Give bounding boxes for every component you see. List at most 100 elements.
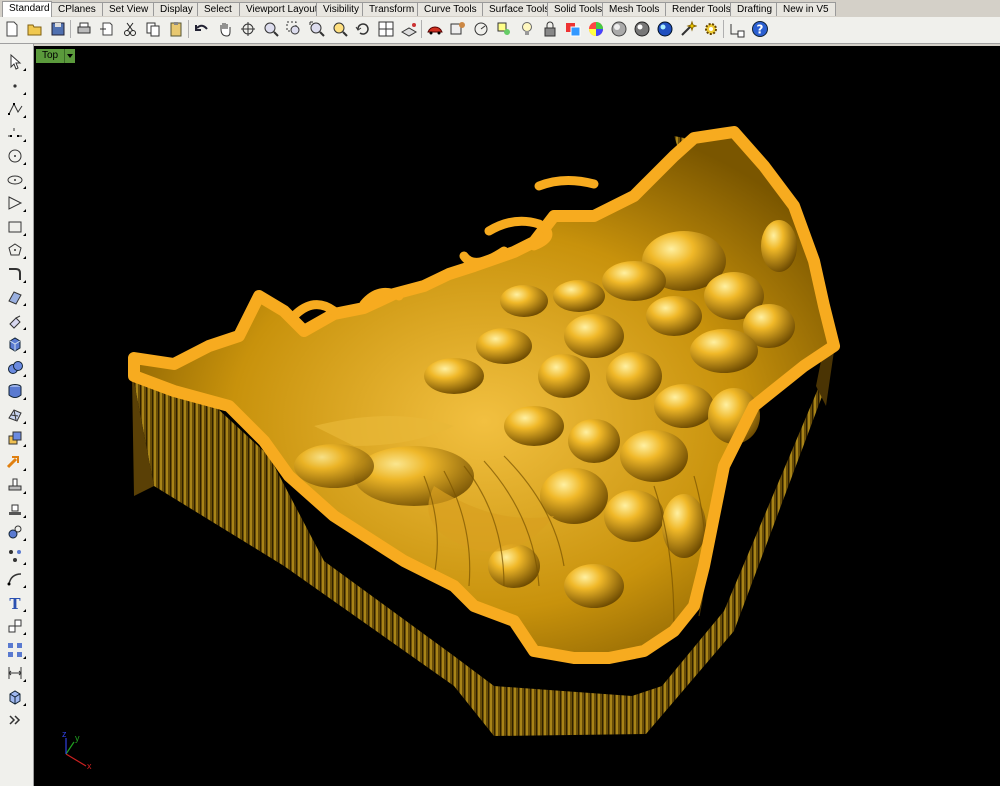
extrude-surface-tool-button[interactable] — [4, 311, 26, 331]
rectangle-tool-button[interactable] — [4, 217, 26, 237]
surface-tool-button[interactable] — [4, 287, 26, 307]
four-viewports-button[interactable] — [376, 19, 396, 39]
shaded-sphere-button[interactable] — [609, 19, 629, 39]
curve-dimension-button[interactable] — [727, 19, 747, 39]
open-folder-icon — [27, 24, 42, 36]
wand-button[interactable] — [678, 19, 698, 39]
tab-visibility[interactable]: Visibility — [316, 2, 363, 16]
tab-transform[interactable]: Transform — [362, 2, 418, 16]
viewport-menu-dropdown[interactable] — [64, 49, 76, 63]
gumball-icon — [8, 478, 22, 491]
rotate-view-button[interactable] — [238, 19, 258, 39]
osnap-button[interactable] — [494, 19, 514, 39]
pick-points-button[interactable] — [448, 19, 468, 39]
toolbar-separator — [70, 20, 71, 38]
viewport-label[interactable]: Top — [36, 49, 65, 63]
toolbar-separator — [421, 20, 422, 38]
block-tool-button[interactable] — [4, 687, 26, 707]
tab-select[interactable]: Select — [197, 2, 240, 16]
more-tool-button[interactable] — [4, 710, 26, 730]
tab-curve-tools[interactable]: Curve Tools — [417, 2, 483, 16]
zoom-extents-button[interactable] — [307, 19, 327, 39]
ellipse-icon — [7, 175, 23, 184]
toolbar-separator — [723, 20, 724, 38]
polyline-tool-button[interactable] — [4, 99, 26, 119]
polygon-tool-tool-button[interactable] — [4, 193, 26, 213]
fillet-curve-tool-button[interactable] — [4, 264, 26, 284]
save-button[interactable] — [48, 19, 68, 39]
boolean-tool-button[interactable] — [4, 428, 26, 448]
cplane-button[interactable] — [399, 19, 419, 39]
zoom-dynamic-button[interactable] — [261, 19, 281, 39]
sphere-solid-tool-button[interactable] — [4, 358, 26, 378]
polygon-tool-button[interactable] — [4, 240, 26, 260]
cylinder-solid-icon — [8, 384, 22, 398]
analyze-tool-button[interactable] — [4, 522, 26, 542]
text-tool-button[interactable]: T — [4, 593, 26, 613]
render-button[interactable] — [655, 19, 675, 39]
circle-tool-button[interactable] — [4, 146, 26, 166]
select-arrow-tool-button[interactable] — [4, 52, 26, 72]
gumball-tool-button[interactable] — [4, 475, 26, 495]
lock-button[interactable] — [540, 19, 560, 39]
block-icon — [9, 689, 21, 705]
open-folder-button[interactable] — [25, 19, 45, 39]
distance-button[interactable] — [471, 19, 491, 39]
curve-arc-tool-button[interactable] — [4, 569, 26, 589]
curve-tool-button[interactable] — [4, 123, 26, 143]
chevron-down-icon — [67, 54, 74, 58]
tab-solid-tools[interactable]: Solid Tools — [547, 2, 603, 16]
tab-mesh-tools[interactable]: Mesh Tools — [602, 2, 666, 16]
shaded-sphere-icon — [611, 21, 627, 37]
undo-view-button[interactable] — [353, 19, 373, 39]
top-viewport[interactable]: Top x y z — [34, 46, 1000, 786]
color-wheel-button[interactable] — [586, 19, 606, 39]
paste-button[interactable] — [166, 19, 186, 39]
cylinder-solid-tool-button[interactable] — [4, 381, 26, 401]
mesh-tool-button[interactable] — [4, 405, 26, 425]
cut-button[interactable] — [120, 19, 140, 39]
text-icon: T — [9, 595, 21, 612]
car-render-button[interactable] — [425, 19, 445, 39]
settings-gear-button[interactable] — [701, 19, 721, 39]
tab-new-in-v5[interactable]: New in V5 — [776, 2, 836, 16]
group-tool-button[interactable] — [4, 546, 26, 566]
dimension-tool-button[interactable] — [4, 663, 26, 683]
align-tool-button[interactable] — [4, 499, 26, 519]
print-button[interactable] — [74, 19, 94, 39]
tab-viewport-layout[interactable]: Viewport Layout — [239, 2, 317, 16]
zoom-window-button[interactable] — [284, 19, 304, 39]
rendered-sphere-button[interactable] — [632, 19, 652, 39]
array-tool-button[interactable] — [4, 640, 26, 660]
tab-cplanes[interactable]: CPlanes — [51, 2, 103, 16]
help-button[interactable]: ? — [750, 19, 770, 39]
viewport-title[interactable]: Top — [36, 49, 76, 63]
undo-button[interactable] — [192, 19, 212, 39]
layers-button[interactable] — [563, 19, 583, 39]
scale-tool-button[interactable] — [4, 616, 26, 636]
axis-y-label: y — [75, 733, 80, 743]
copy-icon — [146, 22, 160, 37]
box-solid-tool-button[interactable] — [4, 334, 26, 354]
rotate-view-icon — [241, 22, 255, 36]
import-button[interactable] — [97, 19, 117, 39]
copy-button[interactable] — [143, 19, 163, 39]
tab-display[interactable]: Display — [153, 2, 198, 16]
align-icon — [9, 504, 21, 515]
ellipse-tool-button[interactable] — [4, 170, 26, 190]
mesh-icon — [8, 408, 22, 422]
pan-hand-button[interactable] — [215, 19, 235, 39]
zoom-selected-button[interactable] — [330, 19, 350, 39]
tab-surface-tools[interactable]: Surface Tools — [482, 2, 548, 16]
light-bulb-button[interactable] — [517, 19, 537, 39]
zoom-selected-icon — [333, 22, 348, 37]
toolbar-separator — [188, 20, 189, 38]
arrow-move-tool-button[interactable] — [4, 452, 26, 472]
tab-render-tools[interactable]: Render Tools — [665, 2, 731, 16]
new-file-button[interactable] — [2, 19, 22, 39]
point-tool-button[interactable] — [4, 76, 26, 96]
tab-set-view[interactable]: Set View — [102, 2, 154, 16]
analyze-icon — [8, 525, 22, 539]
tab-standard[interactable]: Standard — [2, 1, 52, 17]
tab-drafting[interactable]: Drafting — [730, 2, 777, 16]
